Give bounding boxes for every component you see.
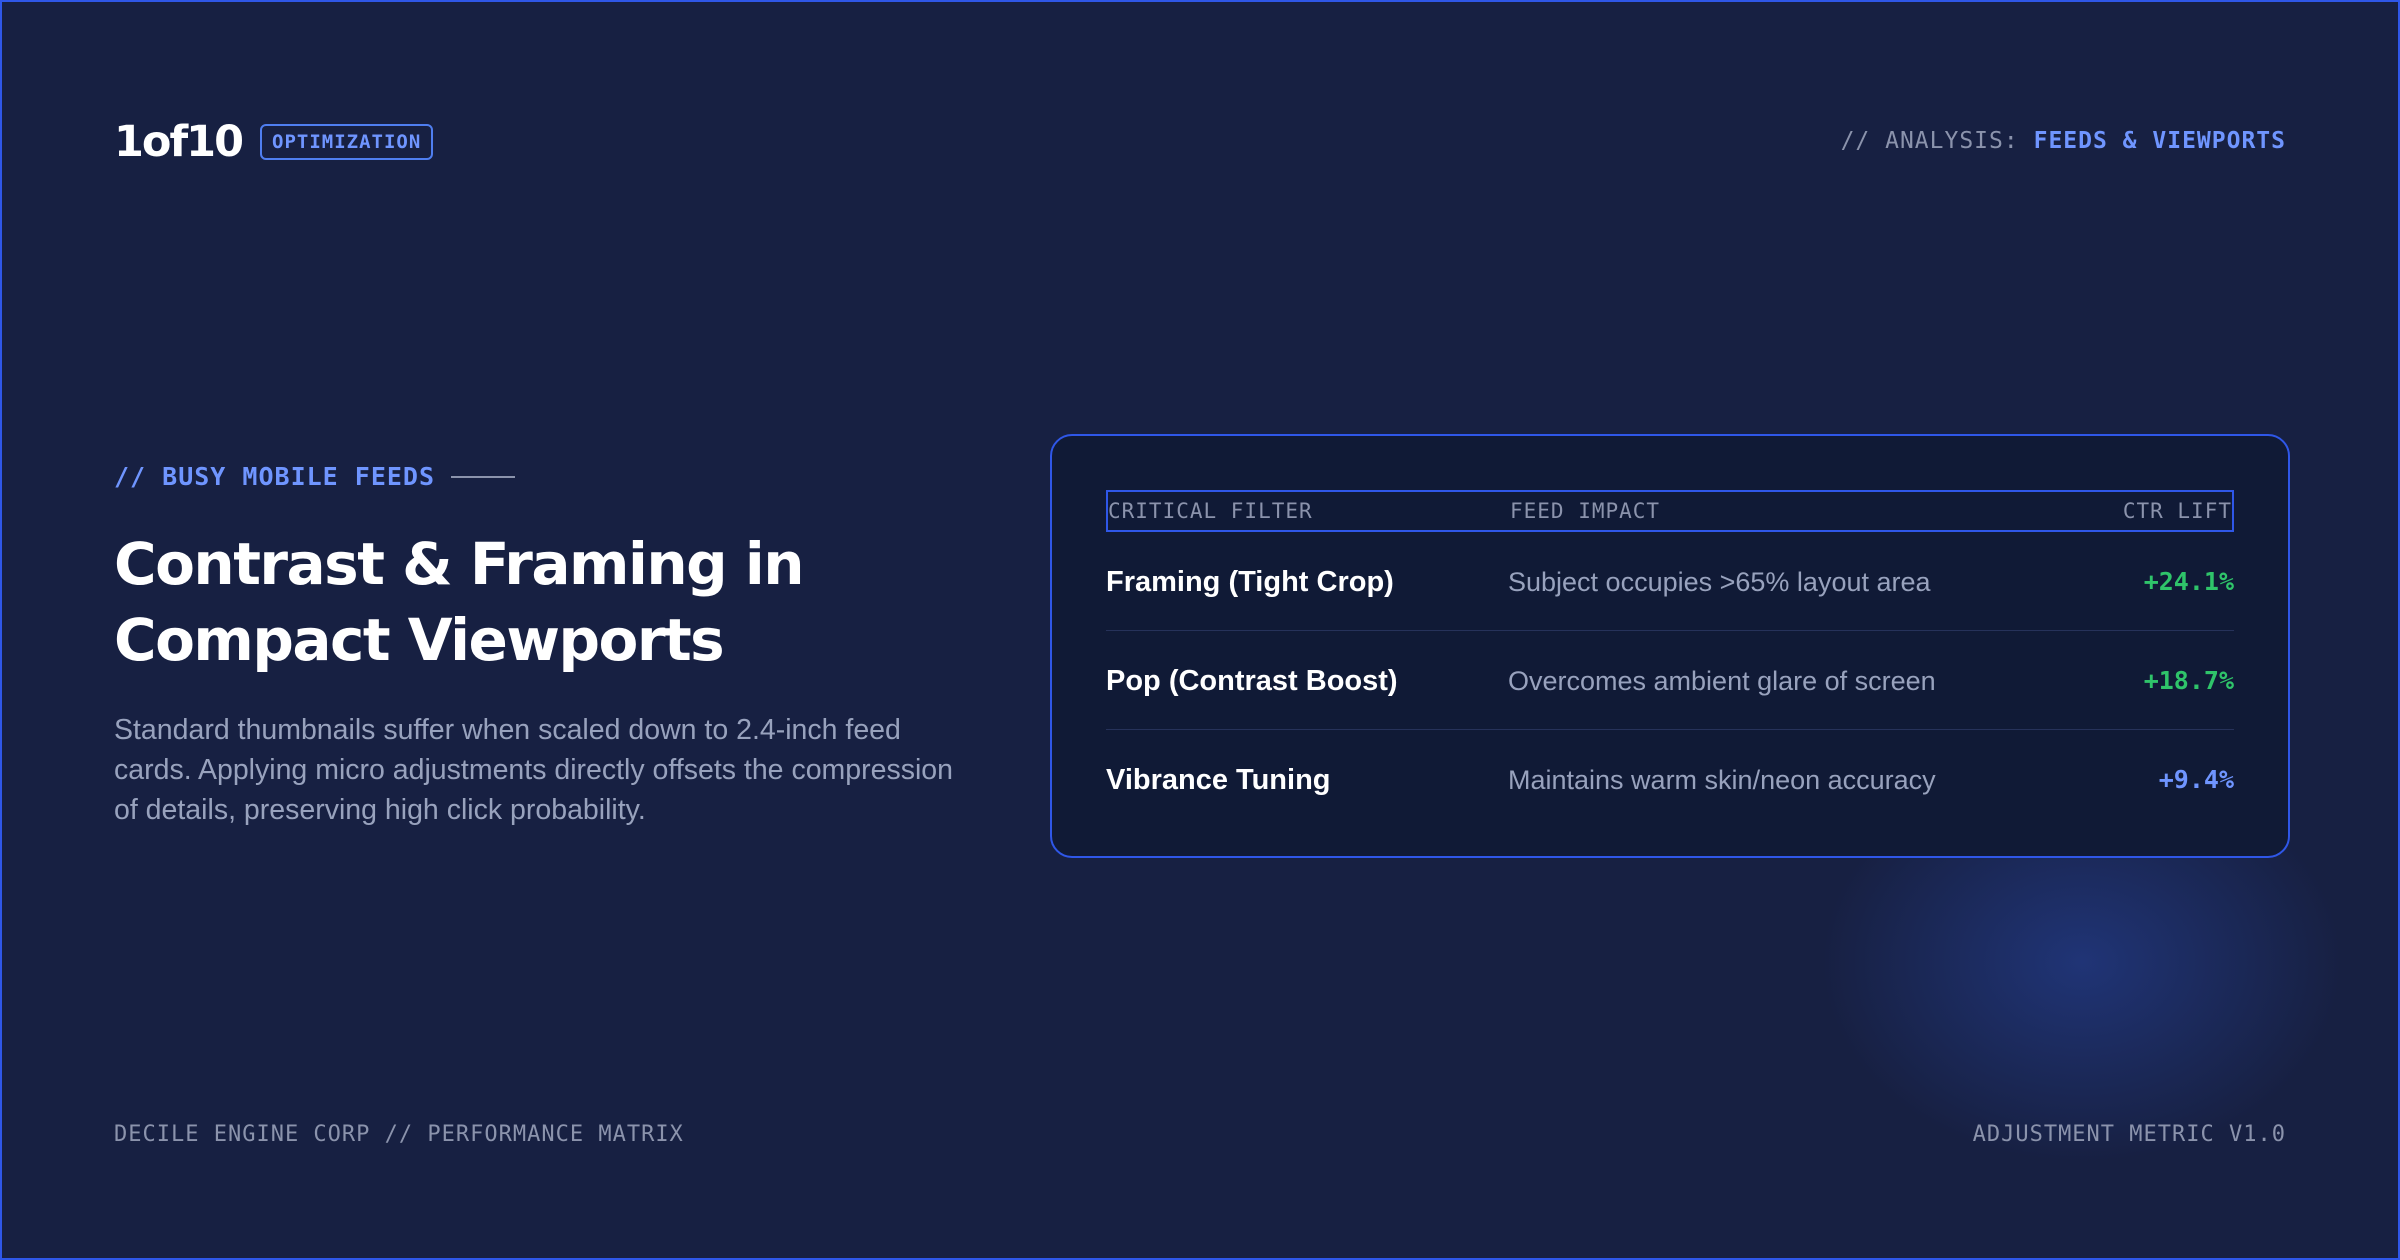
kicker-divider xyxy=(451,476,516,478)
title-line-1: Contrast & Framing in xyxy=(114,530,805,598)
column-header-filter: CRITICAL FILTER xyxy=(1108,499,1313,523)
title-line-2: Compact Viewports xyxy=(114,606,725,674)
filter-name: Framing (Tight Crop) xyxy=(1106,566,1394,598)
kicker-text: // BUSY MOBILE FEEDS xyxy=(114,462,436,491)
filter-name: Pop (Contrast Boost) xyxy=(1106,665,1398,697)
analysis-topic: FEEDS & VIEWPORTS xyxy=(2033,128,2286,154)
filter-impact-card: CRITICAL FILTER FEED IMPACT CTR LIFT Fra… xyxy=(1050,434,2290,858)
filter-table: CRITICAL FILTER FEED IMPACT CTR LIFT Fra… xyxy=(1106,490,2234,828)
brand: 1of10 OPTIMIZATION xyxy=(114,116,434,168)
ctr-lift: +18.7% xyxy=(2143,666,2234,695)
category-badge: OPTIMIZATION xyxy=(260,124,434,160)
ctr-lift: +9.4% xyxy=(2158,765,2234,794)
footer-version: ADJUSTMENT METRIC V1.0 xyxy=(1972,1122,2286,1147)
column-header-impact: FEED IMPACT xyxy=(1510,499,1661,523)
page-title: Contrast & Framing in Compact Viewports xyxy=(114,526,994,678)
table-row: Vibrance Tuning Maintains warm skin/neon… xyxy=(1106,730,2234,828)
analysis-label: // ANALYSIS: FEEDS & VIEWPORTS xyxy=(1841,126,2286,156)
feed-impact: Maintains warm skin/neon accuracy xyxy=(1508,765,1936,795)
description: Standard thumbnails suffer when scaled d… xyxy=(114,714,954,826)
feed-impact: Overcomes ambient glare of screen xyxy=(1508,666,1936,696)
filter-name: Vibrance Tuning xyxy=(1106,764,1331,796)
feed-impact: Subject occupies >65% layout area xyxy=(1508,567,1931,597)
analysis-prefix: // ANALYSIS: xyxy=(1840,128,2019,154)
table-header: CRITICAL FILTER FEED IMPACT CTR LIFT xyxy=(1106,490,2234,532)
footer-company: DECILE ENGINE CORP // PERFORMANCE MATRIX xyxy=(114,1122,684,1147)
table-row: Framing (Tight Crop) Subject occupies >6… xyxy=(1106,532,2234,631)
section-kicker: // BUSY MOBILE FEEDS xyxy=(114,460,516,494)
logo: 1of10 xyxy=(114,117,244,167)
column-header-lift: CTR LIFT xyxy=(2122,499,2232,523)
ctr-lift: +24.1% xyxy=(2143,567,2234,596)
table-row: Pop (Contrast Boost) Overcomes ambient g… xyxy=(1106,631,2234,730)
slide: 1of10 OPTIMIZATION // ANALYSIS: FEEDS & … xyxy=(0,0,2400,1260)
